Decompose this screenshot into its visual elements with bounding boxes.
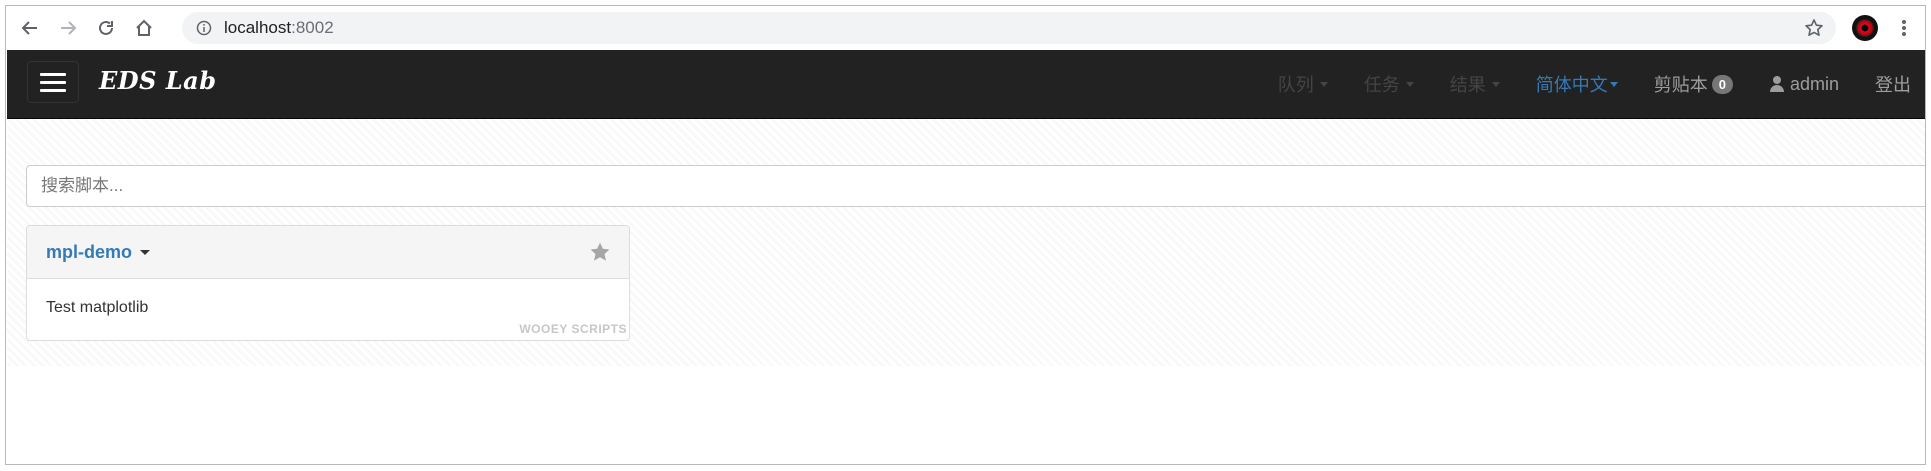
script-source-label: WOOEY SCRIPTS bbox=[519, 322, 627, 336]
nav-jobs-label: 任务 bbox=[1363, 75, 1400, 95]
brand-logo[interactable]: EDS Lab bbox=[99, 66, 217, 95]
hamburger-bar bbox=[40, 72, 66, 76]
browser-toolbar: localhost:8002 bbox=[6, 6, 1925, 50]
user-link[interactable]: admin bbox=[1769, 74, 1839, 95]
arrow-left-icon bbox=[21, 21, 37, 35]
app-navbar: EDS Lab 队列 任务 结果 简体中文 剪贴本 0 admin 登出 bbox=[7, 50, 1925, 119]
favorite-star-icon[interactable] bbox=[589, 241, 611, 263]
kebab-menu-icon[interactable] bbox=[1894, 18, 1914, 38]
hamburger-menu-button[interactable] bbox=[27, 61, 79, 103]
profile-avatar[interactable] bbox=[1852, 15, 1878, 41]
nav-results-dropdown[interactable]: 结果 bbox=[1450, 71, 1500, 97]
url-port: :8002 bbox=[291, 18, 334, 37]
script-title-link[interactable]: mpl-demo bbox=[46, 242, 132, 263]
script-card: mpl-demo Test matplotlib WOOEY SCRIPTS bbox=[26, 225, 630, 341]
forward-button[interactable] bbox=[54, 14, 82, 42]
script-search-input[interactable] bbox=[26, 165, 1925, 207]
reload-button[interactable] bbox=[92, 14, 120, 42]
browser-window: localhost:8002 EDS Lab 队列 任务 结果 简体中文 剪贴本… bbox=[5, 5, 1926, 465]
arrow-right-icon bbox=[61, 21, 77, 35]
hamburger-bar bbox=[40, 80, 66, 84]
user-icon bbox=[1769, 76, 1784, 92]
clipboard-count-badge: 0 bbox=[1711, 74, 1733, 94]
user-name: admin bbox=[1789, 73, 1839, 94]
home-button[interactable] bbox=[130, 14, 158, 42]
logout-link[interactable]: 登出 bbox=[1875, 71, 1911, 97]
caret-down-icon bbox=[1319, 81, 1328, 87]
language-label: 简体中文 bbox=[1535, 75, 1608, 95]
language-dropdown[interactable]: 简体中文 bbox=[1536, 71, 1618, 97]
hamburger-bar bbox=[40, 88, 66, 92]
navbar-right: 队列 任务 结果 简体中文 剪贴本 0 admin 登出 bbox=[1242, 50, 1911, 118]
nav-queue-dropdown[interactable]: 队列 bbox=[1278, 71, 1328, 97]
main-content: mpl-demo Test matplotlib WOOEY SCRIPTS bbox=[7, 119, 1925, 366]
nav-jobs-dropdown[interactable]: 任务 bbox=[1364, 71, 1414, 97]
logout-label: 登出 bbox=[1875, 75, 1911, 95]
caret-down-icon bbox=[1405, 81, 1414, 87]
caret-down-icon[interactable] bbox=[140, 249, 151, 255]
script-card-header: mpl-demo bbox=[27, 226, 629, 279]
nav-queue-label: 队列 bbox=[1277, 75, 1314, 95]
caret-down-icon bbox=[1491, 81, 1500, 87]
star-icon[interactable] bbox=[1804, 18, 1824, 38]
clipboard-link[interactable]: 剪贴本 0 bbox=[1654, 71, 1733, 97]
caret-down-icon bbox=[1609, 81, 1618, 87]
url-text[interactable]: localhost:8002 bbox=[224, 18, 334, 38]
home-icon bbox=[136, 19, 152, 36]
clipboard-label: 剪贴本 bbox=[1653, 75, 1708, 95]
reload-icon bbox=[99, 20, 113, 35]
address-bar[interactable]: localhost:8002 bbox=[182, 12, 1836, 44]
nav-results-label: 结果 bbox=[1449, 75, 1486, 95]
avatar-image bbox=[1856, 19, 1874, 37]
back-button[interactable] bbox=[16, 14, 44, 42]
info-icon[interactable] bbox=[196, 20, 212, 36]
url-host: localhost bbox=[224, 18, 292, 37]
